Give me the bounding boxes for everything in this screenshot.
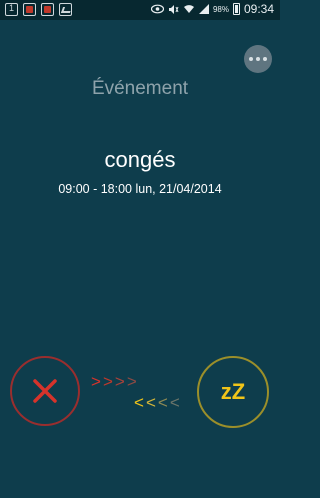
dismiss-button[interactable] bbox=[10, 356, 80, 426]
eye-icon bbox=[150, 4, 164, 14]
notification-icons bbox=[5, 3, 72, 16]
more-dot bbox=[256, 57, 260, 61]
app-notification-icon bbox=[41, 3, 54, 16]
clock: 09:34 bbox=[243, 2, 274, 16]
battery-percent: 98% bbox=[212, 4, 229, 14]
battery-icon bbox=[232, 3, 240, 15]
swipe-right-arrows-icon: >>>> bbox=[91, 372, 139, 391]
more-dot bbox=[263, 57, 267, 61]
more-horizontal-icon bbox=[249, 57, 253, 61]
wifi-icon bbox=[183, 5, 194, 13]
close-icon bbox=[33, 379, 57, 403]
snooze-label: zZ bbox=[220, 379, 246, 404]
swipe-left-arrows-icon: <<<< bbox=[134, 393, 182, 412]
status-bar: 98% 09:34 bbox=[0, 0, 280, 20]
mute-icon bbox=[168, 4, 179, 14]
app-notification-icon bbox=[23, 3, 36, 16]
signal-icon bbox=[198, 4, 209, 14]
snooze-button[interactable]: zZ bbox=[197, 356, 269, 428]
event-title: congés bbox=[104, 147, 176, 172]
event-header: Événement bbox=[91, 78, 189, 99]
calendar-notification-icon bbox=[5, 3, 18, 16]
more-options-button[interactable] bbox=[244, 45, 272, 73]
gallery-notification-icon bbox=[59, 3, 72, 16]
system-status: 98% 09:34 bbox=[150, 2, 274, 16]
event-time: 09:00 - 18:00 lun, 21/04/2014 bbox=[58, 182, 222, 196]
